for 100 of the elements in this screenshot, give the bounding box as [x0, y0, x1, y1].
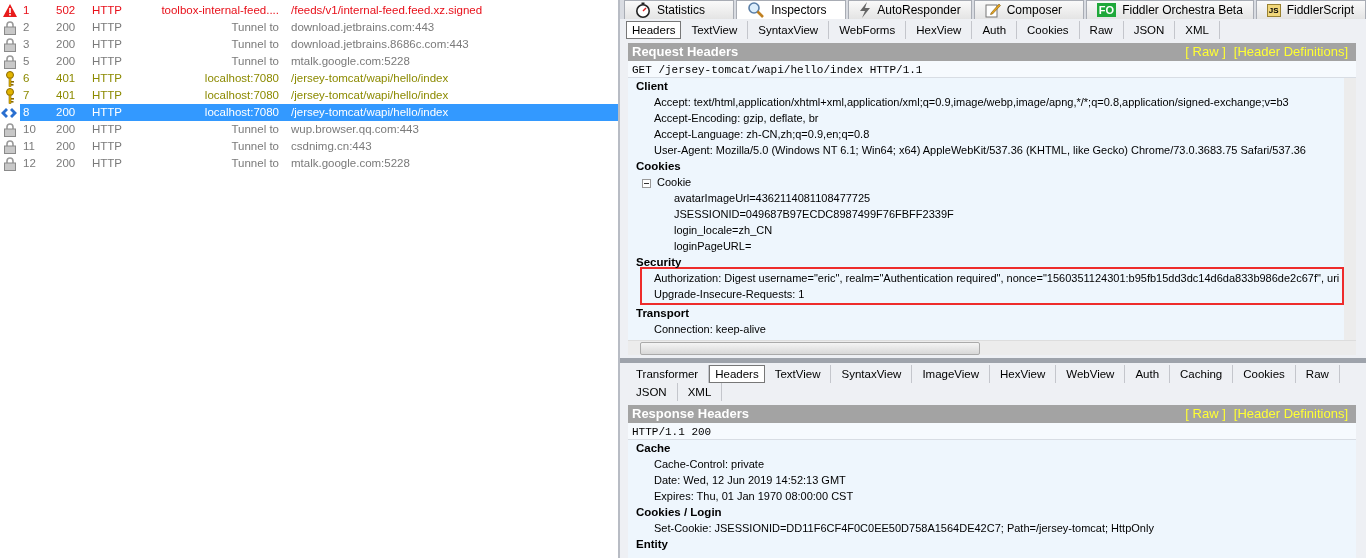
result-code: 200: [56, 122, 77, 137]
viewer-tab[interactable]: Auth: [1125, 365, 1171, 383]
result-code: 200: [56, 37, 77, 52]
viewer-tab[interactable]: XML: [677, 383, 723, 401]
url-cell-text: /feeds/v1/internal-feed.feed.xz.signed: [290, 3, 483, 18]
stopwatch-icon: [635, 2, 651, 18]
viewer-tab[interactable]: HexView: [990, 365, 1057, 383]
header-group: Client: [636, 78, 1344, 94]
session-number: 7: [22, 88, 31, 103]
host-cell-text: Tunnel to: [230, 37, 279, 52]
viewer-tab[interactable]: JSON: [1123, 21, 1176, 39]
inspector-tab[interactable]: JS FiddlerScript: [1255, 0, 1366, 19]
session-number: 1: [22, 3, 31, 18]
viewer-tab[interactable]: Cookies: [1017, 21, 1080, 39]
viewer-tab[interactable]: Caching: [1170, 365, 1234, 383]
url-cell-text: mtalk.google.com:5228: [290, 156, 410, 171]
host-cell-text: toolbox-internal-feed....: [160, 3, 279, 18]
vertical-scrollbar[interactable]: [1344, 78, 1356, 340]
host-cell-text: Tunnel to: [230, 156, 279, 171]
session-number: 5: [22, 54, 31, 69]
viewer-tab[interactable]: Raw: [1079, 21, 1124, 39]
viewer-tab[interactable]: SyntaxView: [831, 365, 913, 383]
cookie-value: JSESSIONID=049687B97ECDC8987499F76FBFF2339F: [673, 207, 955, 222]
url-cell-text: mtalk.google.com:5228: [290, 54, 410, 69]
header-item: User-Agent: Mozilla/5.0 (Windows NT 6.1; Win64; x64) AppleWebKit/537.36 (KHTML, like Gecko) Chrome/73.0.3683.75 Safari/537.36: [653, 143, 1307, 158]
url-cell-text: wup.browser.qq.com:443: [290, 122, 419, 137]
header-group: Security: [636, 254, 1344, 270]
viewer-tab[interactable]: HexView: [906, 21, 973, 39]
header-item: Cookie: [657, 176, 692, 188]
host-cell-text: Tunnel to: [230, 20, 279, 35]
header-group: Cookies: [636, 158, 1344, 174]
result-code: 401: [56, 71, 77, 86]
header-item: Expires: Thu, 01 Jan 1970 08:00:00 CST: [653, 489, 855, 504]
url-cell-text: /jersey-tomcat/wapi/hello/index: [290, 88, 449, 103]
session-number: 3: [22, 37, 31, 52]
inspector-tab[interactable]: Inspectors: [736, 0, 847, 19]
result-code: 200: [56, 54, 77, 69]
viewer-tab[interactable]: Cookies: [1233, 365, 1296, 383]
viewer-tab[interactable]: Raw: [1295, 365, 1340, 383]
protocol-cell-text: HTTP: [92, 122, 124, 137]
header-group: Transport: [636, 305, 1344, 321]
header-item: Accept-Encoding: gzip, deflate, br: [653, 111, 820, 126]
lock-icon: [4, 54, 16, 69]
pencil-note-icon: [984, 2, 1001, 18]
host-cell-text: Tunnel to: [230, 139, 279, 154]
lock-icon: [4, 20, 16, 35]
result-code: 200: [56, 139, 77, 154]
cookie-value: login_locale=zh_CN: [673, 223, 774, 238]
session-number: 8: [22, 105, 31, 120]
header-item: Accept-Language: zh-CN,zh;q=0.9,en;q=0.8: [653, 127, 871, 142]
viewer-tab[interactable]: TextView: [681, 21, 749, 39]
url-cell-text: download.jetbrains.com:443: [290, 20, 435, 35]
request-arrows-icon: [1, 107, 19, 118]
session-number: 2: [22, 20, 31, 35]
header-item: Cache-Control: private: [653, 457, 766, 472]
protocol-cell-text: HTTP: [92, 71, 124, 86]
script-icon: JS: [1266, 3, 1281, 17]
collapse-toggle[interactable]: [642, 178, 651, 188]
viewer-tab[interactable]: ImageView: [912, 365, 991, 383]
session-number: 10: [22, 122, 37, 137]
host-cell-text: localhost:7080: [203, 88, 279, 103]
session-number: 12: [22, 156, 37, 171]
url-cell-text: /jersey-tomcat/wapi/hello/index: [290, 71, 449, 86]
cookie-value: avatarImageUrl=4362114081108477725: [673, 191, 872, 206]
header-item: Set-Cookie: JSESSIONID=DD11F6CF4F0C0EE50D758A1564DE42C7; Path=/jersey-tomcat; HttpOnly: [653, 521, 1155, 536]
header-group: Cache: [636, 440, 1356, 456]
result-code: 401: [56, 88, 77, 103]
magnifier-icon: [747, 2, 766, 18]
panel-title: Request Headers: [632, 43, 739, 61]
inspector-tab[interactable]: Statistics: [624, 0, 735, 19]
lock-icon: [4, 139, 16, 154]
header-item: Upgrade-Insecure-Requests: 1: [654, 287, 806, 302]
lock-icon: [4, 37, 16, 52]
header-item: Authorization: Digest username="eric", realm="Authentication required", nonce="1560351124301:b95fb15dd3dc14d6da833b986de2c67f", uri: [654, 271, 1341, 286]
viewer-tab[interactable]: TextView: [764, 365, 832, 383]
result-code: 200: [56, 20, 77, 35]
header-group: Entity: [636, 536, 1356, 552]
inspector-tab[interactable]: FO Fiddler Orchestra Beta: [1085, 0, 1254, 19]
viewer-tab[interactable]: WebView: [1056, 365, 1126, 383]
viewer-tab[interactable]: Headers: [626, 21, 682, 39]
warning-icon: [3, 4, 17, 17]
lightning-icon: [859, 2, 872, 18]
viewer-tab[interactable]: JSON: [626, 383, 678, 401]
protocol-cell-text: HTTP: [92, 20, 124, 35]
host-cell-text: Tunnel to: [230, 54, 279, 69]
horizontal-scrollbar[interactable]: [628, 340, 1356, 355]
viewer-tab[interactable]: WebForms: [829, 21, 907, 39]
header-group: Cookies / Login: [636, 504, 1356, 520]
header-item: Accept: text/html,application/xhtml+xml,application/xml;q=0.9,image/webp,image/apng,*/*;q=0.8,application/signed-exchange;v=b3: [653, 95, 1290, 110]
viewer-tab[interactable]: Headers: [709, 365, 765, 383]
result-code: 200: [56, 105, 77, 120]
url-cell-text: download.jetbrains.8686c.com:443: [290, 37, 469, 52]
viewer-tab[interactable]: SyntaxView: [748, 21, 830, 39]
viewer-tab[interactable]: XML: [1175, 21, 1220, 39]
session-number: 11: [22, 139, 36, 154]
inspector-tab[interactable]: AutoResponder: [848, 0, 972, 19]
viewer-tab[interactable]: Auth: [972, 21, 1018, 39]
result-code: 502: [56, 3, 77, 18]
inspector-tab[interactable]: Composer: [973, 0, 1084, 19]
header-item: Date: Wed, 12 Jun 2019 14:52:13 GMT: [653, 473, 847, 488]
